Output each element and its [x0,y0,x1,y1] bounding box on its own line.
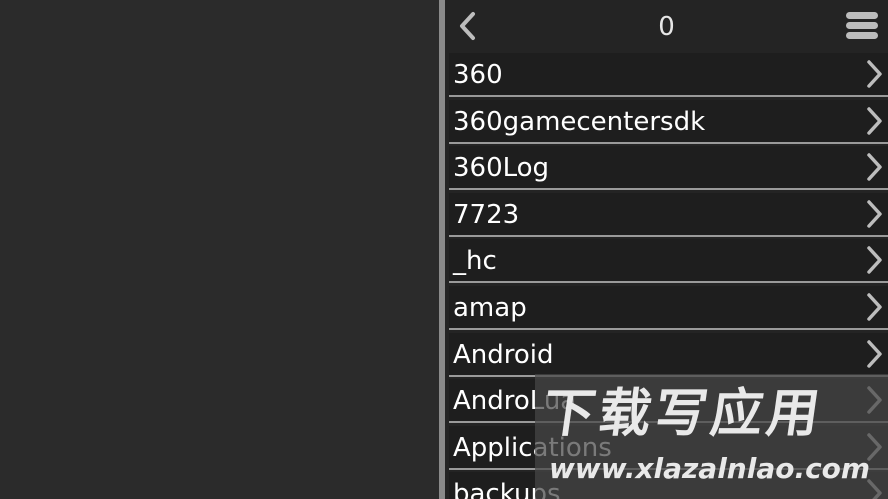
browser-header: 0 [445,0,888,53]
chevron-right-icon [867,433,882,461]
chevron-right-icon [867,60,882,88]
chevron-right-icon [867,246,882,275]
menu-icon [846,12,878,39]
current-path-title: 0 [658,12,675,42]
chevron-right-icon [867,106,882,135]
list-item[interactable]: Android [449,332,888,377]
folder-name: 360Log [453,153,550,184]
list-item[interactable]: AndroLua [449,379,888,424]
folder-name: Applications [453,432,612,463]
folder-name: AndroLua [453,386,577,417]
menu-button[interactable] [846,12,878,42]
folder-name: backups [453,479,561,499]
list-item[interactable]: 360 [449,53,888,97]
folder-name: amap [453,292,527,323]
chevron-right-icon [867,153,882,181]
folder-name: 360 [453,60,503,90]
list-item[interactable]: 360gamecentersdk [449,99,888,144]
folder-list: 360 360gamecentersdk 360Log 7723 _hcamap Andr… [449,53,888,499]
empty-left-pane [0,0,439,499]
list-item[interactable]: _hc [449,239,888,284]
list-item[interactable]: backups [449,472,888,499]
chevron-right-icon [867,293,882,321]
list-item[interactable]: 7723 [449,192,888,237]
folder-name: 7723 [453,199,520,230]
folder-name: 360gamecentersdk [453,106,706,137]
chevron-right-icon [867,339,882,368]
screen: 0 360 360gamecentersdk 360Log 7723 _hcamap An… [0,0,888,499]
chevron-right-icon [867,479,882,499]
folder-browser-panel: 0 360 360gamecentersdk 360Log 7723 _hcamap An… [445,0,888,499]
list-item[interactable]: Applications [449,425,888,470]
chevron-right-icon [867,200,882,228]
chevron-right-icon [867,386,882,414]
list-item[interactable]: 360Log [449,146,888,191]
folder-name: Android [453,339,554,370]
list-item[interactable]: amap [449,285,888,330]
folder-name: _hc [453,246,497,277]
